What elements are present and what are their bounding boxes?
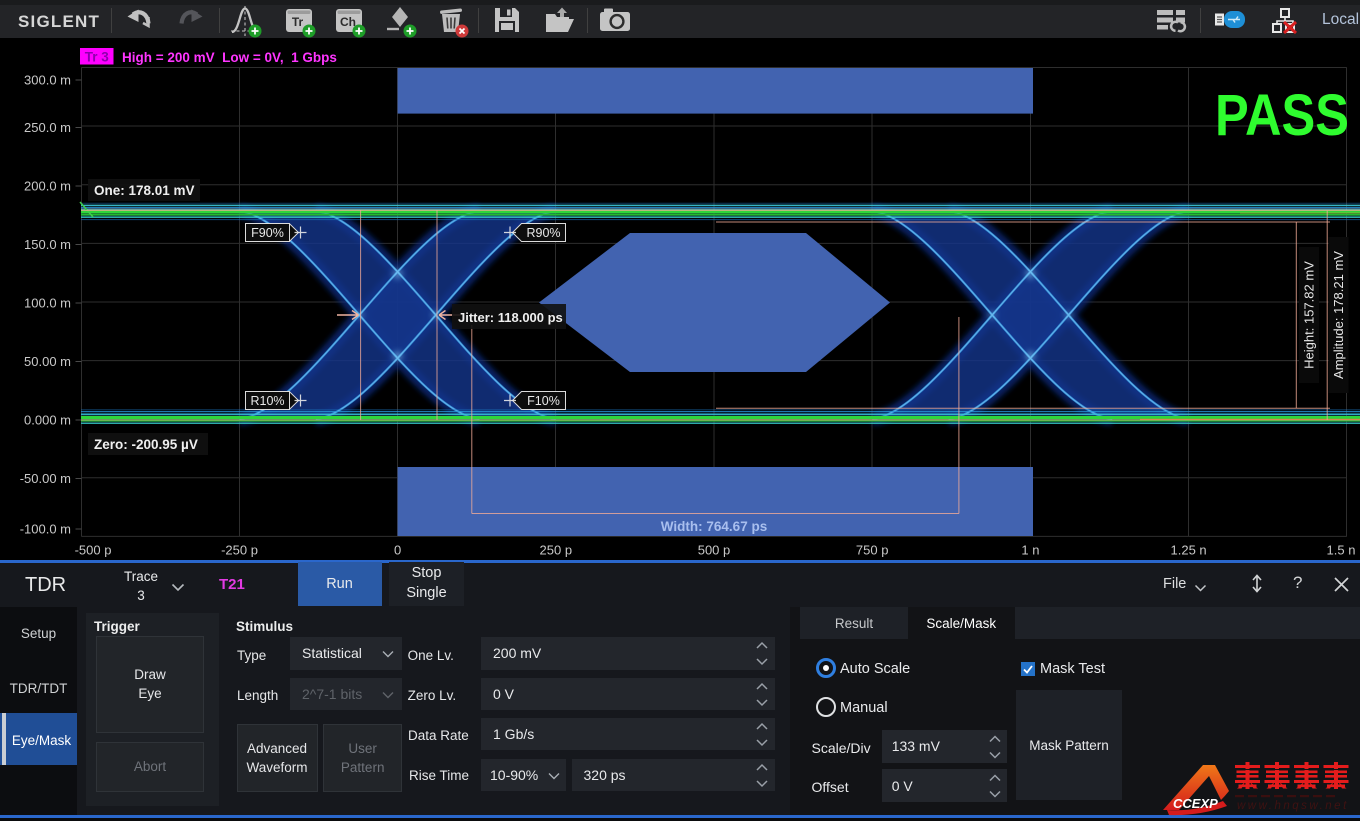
svg-text:-50.00 m: -50.00 m: [20, 471, 71, 486]
svg-text:Height: 157.82 mV: Height: 157.82 mV: [1302, 261, 1317, 369]
svg-text:-250 p: -250 p: [221, 543, 258, 558]
svg-text:100.0 m: 100.0 m: [24, 296, 71, 311]
svg-text:250 p: 250 p: [540, 543, 573, 558]
svg-text:www.hnqsw.net: www.hnqsw.net: [1237, 800, 1349, 812]
svg-text:-500 p: -500 p: [75, 543, 112, 558]
svg-text:150.0 m: 150.0 m: [24, 237, 71, 252]
svg-text:PASS: PASS: [1215, 83, 1349, 148]
svg-text:1.25 n: 1.25 n: [1171, 543, 1207, 558]
svg-text:Zero: -200.95 µV: Zero: -200.95 µV: [94, 437, 198, 452]
svg-text:Ch: Ch: [340, 15, 356, 29]
svg-text:High = 200 mV Low = 0V, 1 Gb: High = 200 mV Low = 0V, 1 Gbps: [122, 50, 337, 65]
svg-text:1 n: 1 n: [1021, 543, 1039, 558]
svg-text:F10%: F10%: [527, 394, 560, 408]
svg-text:R90%: R90%: [526, 226, 560, 240]
svg-text:-100.0 m: -100.0 m: [20, 522, 71, 537]
svg-text:One: 178.01 mV: One: 178.01 mV: [94, 183, 195, 198]
svg-text:750 p: 750 p: [856, 543, 889, 558]
svg-text:Tr: Tr: [292, 15, 304, 29]
svg-text:F90%: F90%: [251, 226, 284, 240]
svg-text:Tr 3: Tr 3: [85, 50, 110, 65]
svg-text:R10%: R10%: [250, 394, 284, 408]
svg-text:Jitter: 118.000 ps: Jitter: 118.000 ps: [458, 310, 563, 325]
svg-text:500 p: 500 p: [698, 543, 731, 558]
svg-text:200.0 m: 200.0 m: [24, 179, 71, 194]
svg-text:CCEXP: CCEXP: [1173, 796, 1218, 811]
svg-text:300.0 m: 300.0 m: [24, 73, 71, 88]
svg-text:50.00 m: 50.00 m: [24, 354, 71, 369]
svg-text:Amplitude: 178.21 mV: Amplitude: 178.21 mV: [1331, 251, 1346, 379]
svg-text:Width: 764.67 ps: Width: 764.67 ps: [661, 519, 767, 534]
svg-text:1.5 n: 1.5 n: [1327, 543, 1356, 558]
svg-text:250.0 m: 250.0 m: [24, 120, 71, 135]
svg-text:0: 0: [394, 543, 401, 558]
svg-text:0.000 m: 0.000 m: [24, 413, 71, 428]
